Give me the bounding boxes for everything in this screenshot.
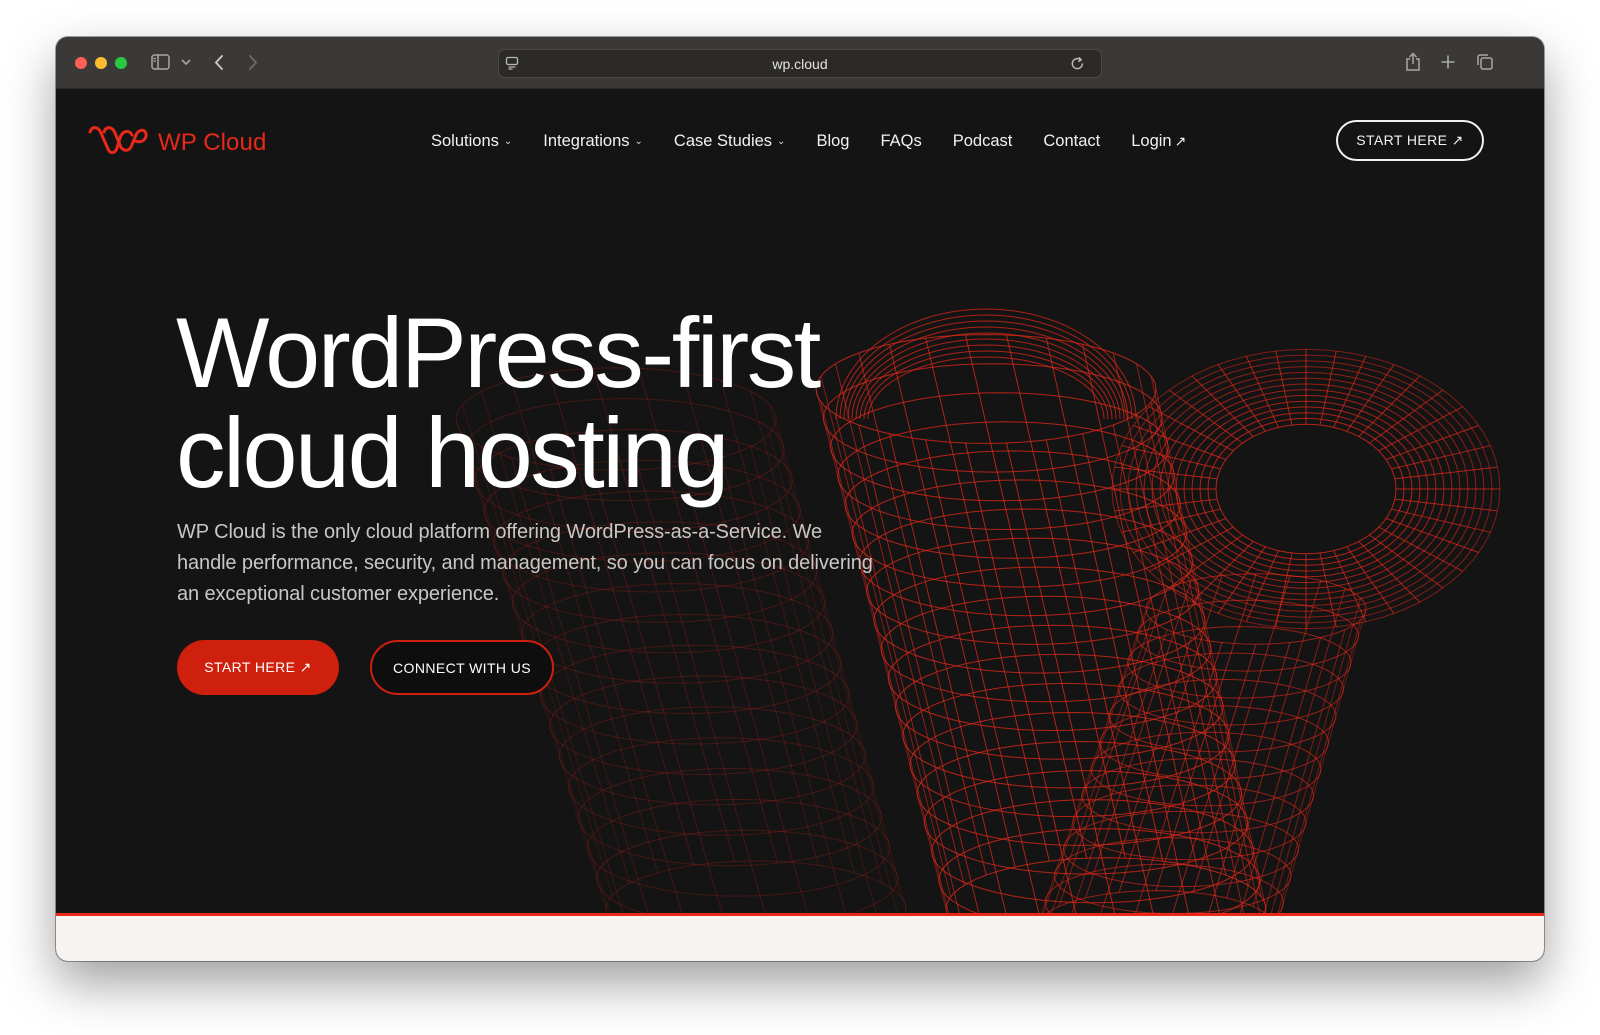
nav-item-label: Solutions	[431, 131, 499, 150]
nav-item-integrations[interactable]: Integrations ⌄	[543, 132, 643, 151]
connect-with-us-button[interactable]: CONNECT WITH US	[370, 640, 554, 695]
main-navigation: Solutions ⌄ Integrations ⌄ Case Studies ⌄ B…	[431, 127, 1217, 155]
nav-item-podcast[interactable]: Podcast	[953, 132, 1013, 151]
tabs-icon[interactable]	[1476, 53, 1494, 71]
share-icon[interactable]	[1405, 52, 1421, 72]
nav-item-case-studies[interactable]: Case Studies ⌄	[674, 132, 786, 151]
hero-title-line-1: WordPress-first	[176, 297, 821, 408]
close-window-button[interactable]	[75, 57, 87, 69]
nav-item-label: Case Studies	[673, 131, 773, 150]
header-start-here-button[interactable]: START HERE ↗	[1336, 120, 1484, 161]
sidebar-icon[interactable]	[151, 54, 170, 70]
chevron-down-icon[interactable]	[181, 58, 191, 66]
plus-icon[interactable]	[1440, 54, 1456, 70]
forward-arrow-icon[interactable]	[247, 54, 259, 71]
nav-item-solutions[interactable]: Solutions ⌄	[431, 132, 512, 151]
nav-item-label: Podcast	[952, 131, 1013, 150]
chevron-down-icon: ⌄	[777, 135, 786, 147]
site-logo[interactable]: WP Cloud	[86, 123, 266, 162]
nav-item-label: Contact	[1043, 131, 1101, 150]
url-text: wp.cloud	[772, 56, 828, 72]
hero-start-here-button[interactable]: START HERE ↗	[177, 640, 339, 695]
nav-item-label: Login	[1131, 131, 1172, 150]
wp-cloud-logo-icon	[86, 123, 150, 162]
browser-window: wp.cloud WP Cloud Solutions ⌄ Integratio…	[56, 37, 1544, 961]
browser-toolbar: wp.cloud	[56, 37, 1544, 89]
hero-title: WordPress-first cloud hosting	[176, 297, 821, 508]
reload-icon[interactable]	[1070, 56, 1085, 71]
address-bar[interactable]: wp.cloud	[498, 49, 1102, 78]
next-section-strip	[56, 913, 1544, 961]
nav-item-label: FAQs	[880, 131, 922, 150]
hero-subtitle: WP Cloud is the only cloud platform offe…	[177, 521, 873, 605]
zoom-window-button[interactable]	[115, 57, 127, 69]
nav-item-label: Integrations	[543, 131, 630, 150]
back-arrow-icon[interactable]	[213, 54, 225, 71]
chevron-down-icon: ⌄	[634, 135, 643, 147]
external-arrow-icon: ↗	[1174, 132, 1187, 149]
nav-item-faqs[interactable]: FAQs	[880, 132, 921, 151]
nav-item-blog[interactable]: Blog	[816, 132, 849, 151]
minimize-window-button[interactable]	[95, 57, 107, 69]
nav-item-contact[interactable]: Contact	[1043, 132, 1100, 151]
nav-item-login[interactable]: Login ↗	[1131, 132, 1186, 151]
nav-item-label: Blog	[816, 131, 850, 150]
hero-title-line-2: cloud hosting	[176, 397, 729, 508]
site-logo-text: WP Cloud	[158, 128, 267, 156]
chevron-down-icon: ⌄	[503, 135, 513, 147]
website-page: WP Cloud Solutions ⌄ Integrations ⌄ Case S…	[56, 89, 1544, 961]
